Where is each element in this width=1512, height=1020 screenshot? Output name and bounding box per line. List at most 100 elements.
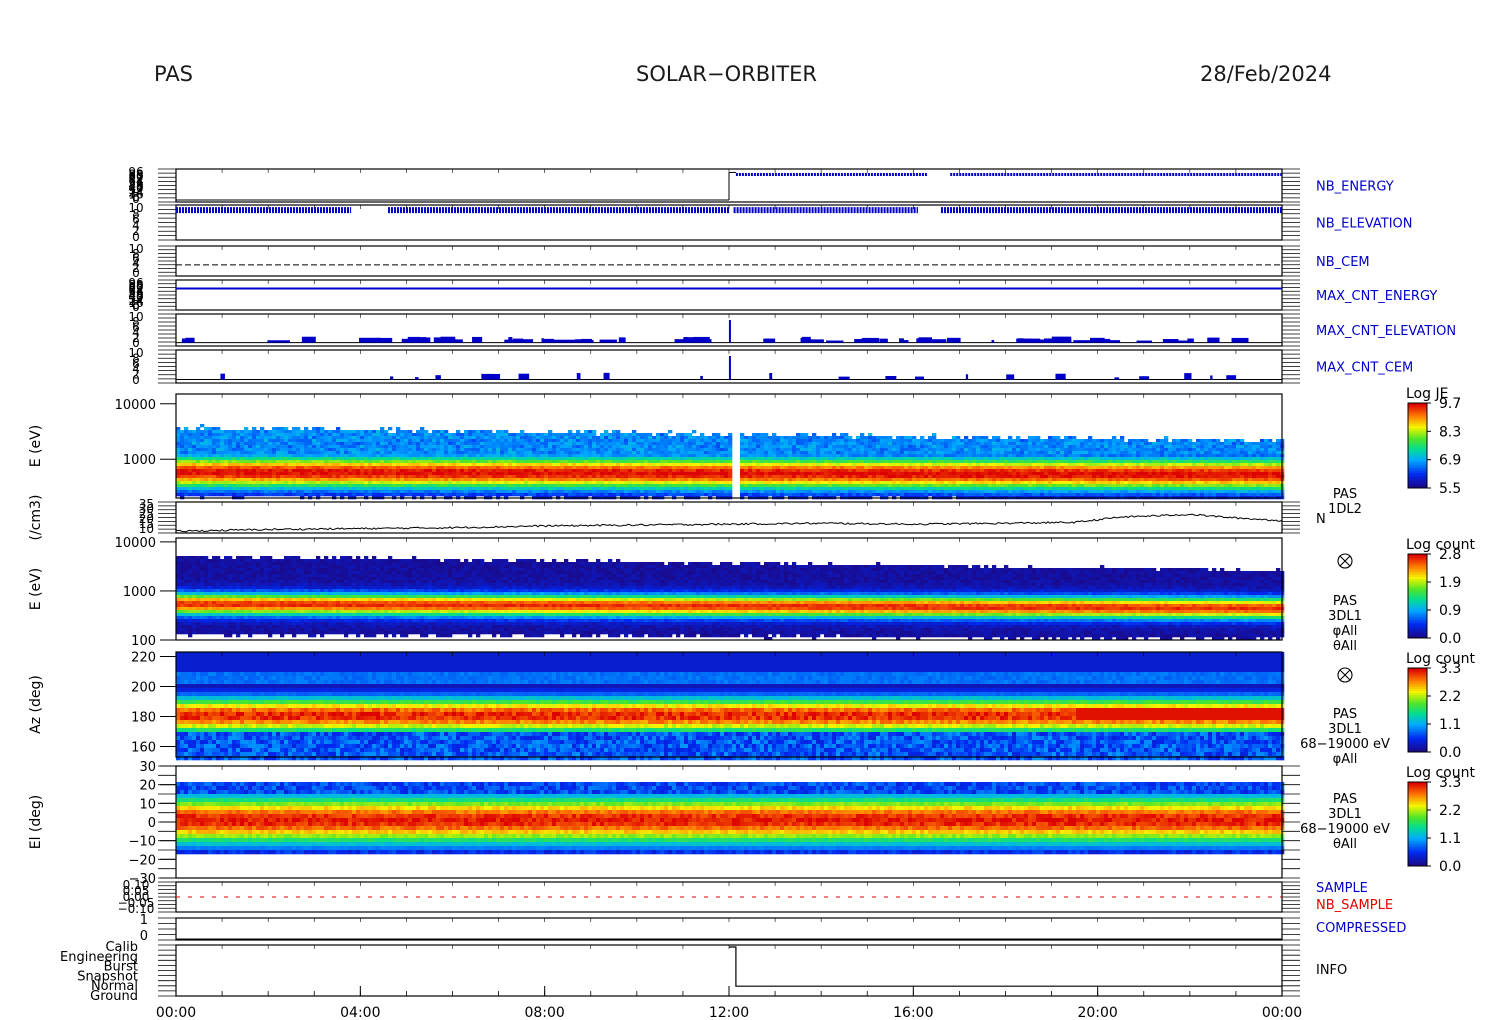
heatmap-cell (256, 493, 260, 496)
heatmap-cell (204, 430, 208, 433)
heatmap-cell (284, 445, 288, 448)
heatmap-cell (284, 451, 288, 454)
heatmap-cell (484, 493, 488, 496)
heatmap-cell (204, 427, 208, 430)
heatmap-cell (228, 481, 232, 484)
heatmap-cell (216, 427, 220, 430)
heatmap-cell (228, 448, 232, 451)
heatmap-cell (204, 463, 208, 466)
heatmap-cell (408, 463, 412, 466)
heatmap-cell (356, 478, 360, 481)
heatmap-cell (264, 493, 268, 496)
heatmap-cell (212, 439, 216, 442)
heatmap-cell (184, 478, 188, 481)
heatmap-cell (484, 490, 488, 493)
heatmap-cell (480, 484, 484, 487)
heatmap-cell (400, 439, 404, 442)
heatmap-cell (256, 439, 260, 442)
heatmap-cell (480, 478, 484, 481)
heatmap-cell (180, 460, 184, 463)
heatmap-cell (436, 439, 440, 442)
heatmap-cell (232, 442, 236, 445)
label-NB_ENERGY: NB_ENERGY (1316, 180, 1394, 195)
heatmap-cell (336, 430, 340, 433)
heatmap-cell (356, 451, 360, 454)
heatmap-cell (360, 442, 364, 445)
heatmap-cell (260, 469, 264, 472)
heatmap-cell (288, 442, 292, 445)
heatmap-cell (428, 478, 432, 481)
heatmap-cell (192, 481, 196, 484)
heatmap-cell (224, 463, 228, 466)
heatmap-cell (248, 439, 252, 442)
heatmap-cell (212, 451, 216, 454)
heatmap-cell (288, 436, 292, 439)
heatmap-cell (348, 481, 352, 484)
y-tick-label: 0 (132, 373, 140, 387)
heatmap-cell (356, 442, 360, 445)
heatmap-cell (192, 472, 196, 475)
heatmap-cell (240, 484, 244, 487)
heatmap-cell (444, 445, 448, 448)
heatmap-cell (460, 484, 464, 487)
heatmap-cell (412, 475, 416, 478)
heatmap-cell (244, 445, 248, 448)
heatmap-cell (480, 448, 484, 451)
heatmap-cell (264, 460, 268, 463)
heatmap-cell (216, 478, 220, 481)
heatmap-cell (300, 442, 304, 445)
heatmap-cell (344, 472, 348, 475)
heatmap-cell (232, 451, 236, 454)
heatmap-cell (280, 478, 284, 481)
heatmap-cell (248, 451, 252, 454)
heatmap-cell (232, 433, 236, 436)
heatmap-cell (216, 475, 220, 478)
heatmap-cell (368, 442, 372, 445)
heatmap-cell (488, 475, 492, 478)
heatmap-cell (348, 433, 352, 436)
heatmap-cell (380, 427, 384, 430)
heatmap-cell (312, 442, 316, 445)
heatmap-cell (468, 448, 472, 451)
heatmap-cell (284, 454, 288, 457)
heatmap-cell (312, 457, 316, 460)
heatmap-cell (436, 484, 440, 487)
heatmap-cell (440, 481, 444, 484)
heatmap-cell (192, 442, 196, 445)
heatmap-cell (320, 463, 324, 466)
heatmap-cell (444, 439, 448, 442)
heatmap-cell (248, 466, 252, 469)
heatmap-cell (308, 463, 312, 466)
heatmap-cell (248, 436, 252, 439)
heatmap-cell (468, 436, 472, 439)
heatmap-cell (388, 433, 392, 436)
heatmap-cell (384, 478, 388, 481)
heatmap-cell (416, 457, 420, 460)
heatmap-cell (364, 466, 368, 469)
heatmap-cell (380, 433, 384, 436)
heatmap-cell (256, 436, 260, 439)
heatmap-cell (384, 472, 388, 475)
heatmap-cell (244, 484, 248, 487)
heatmap-cell (452, 436, 456, 439)
heatmap-cell (336, 439, 340, 442)
heatmap-cell (364, 463, 368, 466)
heatmap-cell (396, 484, 400, 487)
heatmap-cell (316, 472, 320, 475)
heatmap-cell (388, 469, 392, 472)
heatmap-cell (252, 490, 256, 493)
heatmap-cell (400, 460, 404, 463)
heatmap-cell (440, 466, 444, 469)
heatmap-cell (428, 490, 432, 493)
heatmap-cell (240, 466, 244, 469)
heatmap-cell (304, 445, 308, 448)
heatmap-cell (352, 430, 356, 433)
heatmap-cell (228, 493, 232, 496)
heatmap-cell (308, 487, 312, 490)
heatmap-cell (320, 478, 324, 481)
heatmap-cell (444, 466, 448, 469)
heatmap-cell (324, 439, 328, 442)
heatmap-cell (384, 487, 388, 490)
heatmap-cell (468, 484, 472, 487)
heatmap-cell (388, 448, 392, 451)
